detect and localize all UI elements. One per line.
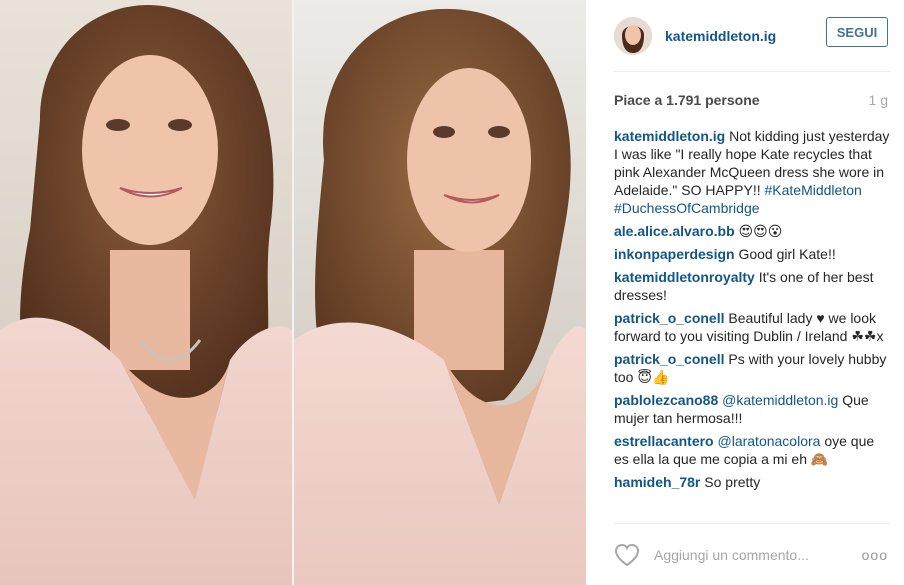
comment-item: katemiddletonroyalty It's one of her bes… <box>614 268 890 304</box>
likes-count[interactable]: Piace a 1.791 persone <box>614 92 760 108</box>
post-time[interactable]: 1 g <box>869 92 888 108</box>
heart-outline-icon[interactable] <box>614 543 640 567</box>
comment-username[interactable]: katemiddletonroyalty <box>614 269 755 285</box>
comment-username[interactable]: pablolezcano88 <box>614 392 718 408</box>
comment-item: patrick_o_conell Ps with your lovely hub… <box>614 350 890 386</box>
comment-username[interactable]: patrick_o_conell <box>614 310 725 326</box>
avatar-image <box>614 16 652 55</box>
comment-item: inkonpaperdesign Good girl Kate!! <box>614 245 890 263</box>
comment-item: pablolezcano88 @katemiddleton.ig Que muj… <box>614 391 890 427</box>
post-username[interactable]: katemiddleton.ig <box>665 28 776 44</box>
comment-username[interactable]: hamideh_78r <box>614 474 700 490</box>
comment-mention[interactable]: @katemiddleton.ig <box>718 392 838 408</box>
likes-row: Piace a 1.791 persone 1 g <box>614 72 890 127</box>
post-photo <box>0 0 586 585</box>
photo-right-half <box>294 0 586 585</box>
comment-item: ale.alice.alvaro.bb 😍😍😮 <box>614 222 890 240</box>
avatar[interactable] <box>614 16 652 55</box>
comment-text: Good girl Kate!! <box>734 246 836 262</box>
comment-username[interactable]: inkonpaperdesign <box>614 246 735 262</box>
comment-item: estrellacantero @laratonacolora oye que … <box>614 432 890 468</box>
photo-left-illustration <box>0 0 292 585</box>
comments-list[interactable]: katemiddleton.ig Not kidding just yester… <box>614 127 890 525</box>
instagram-post-modal: katemiddleton.ig SEGUI Piace a 1.791 per… <box>0 0 904 585</box>
comment-username[interactable]: katemiddleton.ig <box>614 128 725 144</box>
comment-text: So pretty <box>700 474 761 490</box>
comment-username[interactable]: estrellacantero <box>614 433 714 449</box>
comment-item: hamideh_78r So pretty <box>614 473 890 491</box>
comment-username[interactable]: ale.alice.alvaro.bb <box>614 223 735 239</box>
comment-mention[interactable]: @laratonacolora <box>714 433 820 449</box>
comment-text: 😍😍😮 <box>734 223 783 239</box>
more-options-icon[interactable]: ooo <box>862 547 888 563</box>
comment-username[interactable]: patrick_o_conell <box>614 351 725 367</box>
follow-button[interactable]: SEGUI <box>826 17 888 47</box>
comment-item: katemiddleton.ig Not kidding just yester… <box>614 127 890 217</box>
add-comment-input[interactable] <box>652 545 862 564</box>
post-header: katemiddleton.ig SEGUI <box>614 0 890 71</box>
comment-item: patrick_o_conell Beautiful lady ♥ we loo… <box>614 309 890 345</box>
post-details-panel: katemiddleton.ig SEGUI Piace a 1.791 per… <box>586 0 904 585</box>
photo-right-illustration <box>294 0 586 585</box>
comment-bar: ooo <box>614 523 890 585</box>
photo-left-half <box>0 0 292 585</box>
comment-bar-row: ooo <box>614 524 890 585</box>
